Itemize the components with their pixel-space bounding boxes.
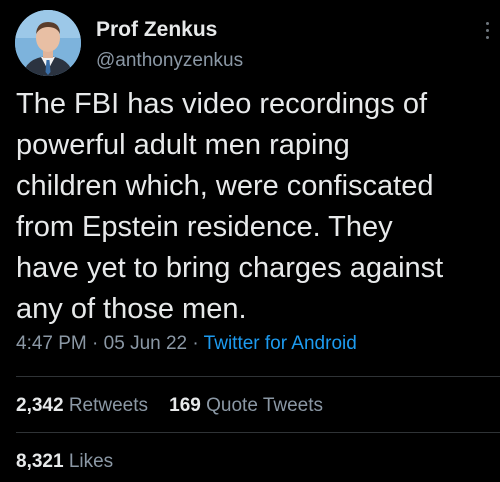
dot — [485, 29, 489, 32]
person-avatar-icon — [15, 10, 81, 76]
author-handle[interactable]: @anthonyzenkus — [96, 50, 243, 72]
tweet-text-line: any of those men. — [16, 293, 247, 325]
dot — [485, 22, 489, 25]
tweet-metadata: 4:47 PM · 05 Jun 22 · Twitter for Androi… — [16, 333, 357, 355]
more-options-icon[interactable] — [484, 22, 490, 44]
tweet-text-line: The FBI has video recordings of — [16, 88, 428, 120]
retweets-label: Retweets — [68, 395, 149, 416]
separator: · — [92, 333, 99, 354]
divider — [16, 376, 500, 377]
likes-stat[interactable]: 8,321 Likes — [16, 451, 113, 472]
retweets-count: 2,342 — [16, 395, 64, 416]
author-avatar[interactable] — [15, 10, 81, 76]
tweet-text-line: from Epstein residence. They — [16, 211, 393, 243]
divider — [16, 432, 500, 433]
tweet-text-line: children which, were confiscated — [16, 170, 434, 202]
quote-tweets-label: Quote Tweets — [206, 395, 324, 416]
retweets-stat[interactable]: 2,342 Retweets — [16, 395, 148, 416]
separator: · — [192, 333, 199, 354]
tweet-text-line: have yet to bring charges against — [16, 252, 444, 284]
tweet-source-link[interactable]: Twitter for Android — [204, 333, 357, 354]
tweet-text-line: powerful adult men raping — [16, 129, 350, 161]
likes-label: Likes — [68, 451, 114, 472]
tweet-date[interactable]: 05 Jun 22 — [104, 333, 187, 354]
quote-tweets-stat[interactable]: 169 Quote Tweets — [169, 395, 323, 416]
likes-stats: 8,321 Likes — [16, 451, 113, 473]
author-display-name[interactable]: Prof Zenkus — [96, 18, 217, 42]
tweet-card: Prof Zenkus @anthonyzenkus The FBI has v… — [0, 0, 500, 482]
tweet-time[interactable]: 4:47 PM — [16, 333, 87, 354]
likes-count: 8,321 — [16, 451, 64, 472]
quote-tweets-count: 169 — [169, 395, 201, 416]
tweet-text: The FBI has video recordings of powerful… — [16, 84, 494, 330]
engagement-stats: 2,342 Retweets 169 Quote Tweets — [16, 395, 323, 417]
dot — [485, 36, 489, 39]
